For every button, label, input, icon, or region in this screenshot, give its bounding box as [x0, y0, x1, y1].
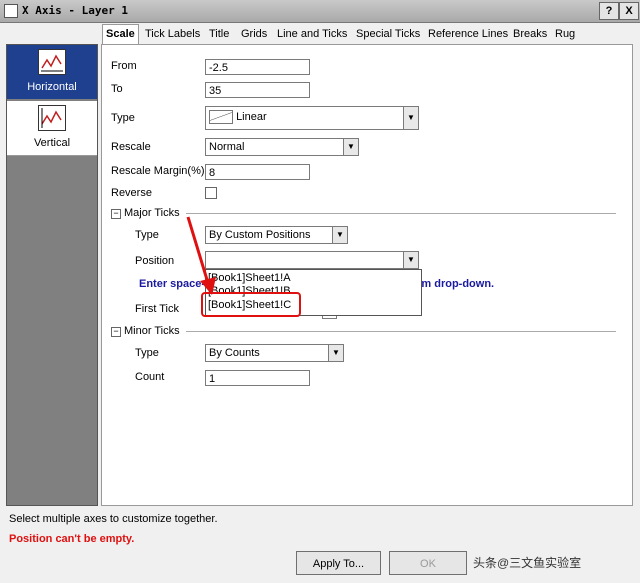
- rescale-margin-label: Rescale Margin(%): [111, 165, 205, 177]
- rescale-margin-field[interactable]: 8: [205, 164, 310, 180]
- tab-grids[interactable]: Grids: [238, 25, 270, 43]
- major-type-select[interactable]: By Custom Positions ▼: [205, 226, 348, 244]
- scale-type-select[interactable]: Linear ▼: [205, 106, 419, 130]
- collapse-major-ticks-toggle[interactable]: −: [111, 209, 121, 219]
- close-button[interactable]: X: [619, 2, 639, 20]
- annotation-arrow-icon: [186, 216, 216, 295]
- minor-type-value: By Counts: [209, 347, 260, 359]
- type-label: Type: [111, 112, 135, 124]
- tab-title[interactable]: Title: [206, 25, 232, 43]
- apply-to-button[interactable]: Apply To...: [296, 551, 381, 575]
- title-bar: X Axis - Layer 1 ? X: [0, 0, 640, 23]
- position-select[interactable]: ▼: [205, 251, 419, 269]
- ok-button[interactable]: OK: [389, 551, 467, 575]
- help-button[interactable]: ?: [599, 2, 619, 20]
- tab-scale[interactable]: Scale: [102, 24, 139, 45]
- reverse-label: Reverse: [111, 187, 152, 199]
- from-label: From: [111, 60, 137, 72]
- rescale-select[interactable]: Normal ▼: [205, 138, 359, 156]
- watermark: 头条@三文鱼实验室: [473, 556, 582, 570]
- minor-type-label: Type: [135, 347, 159, 359]
- tab-reference-lines[interactable]: Reference Lines: [425, 25, 511, 43]
- minor-type-select[interactable]: By Counts ▼: [205, 344, 344, 362]
- status-message: Select multiple axes to customize togeth…: [9, 513, 218, 525]
- first-tick-label: First Tick: [135, 303, 179, 315]
- window-title: X Axis - Layer 1: [22, 4, 128, 17]
- rescale-label: Rescale: [111, 141, 151, 153]
- chevron-down-icon: ▼: [403, 107, 418, 129]
- nav-item-horizontal[interactable]: Horizontal: [7, 45, 97, 99]
- scale-type-value: Linear: [236, 111, 267, 123]
- tab-breaks[interactable]: Breaks: [510, 25, 550, 43]
- position-label: Position: [135, 255, 175, 267]
- horizontal-axis-icon: [38, 49, 66, 75]
- major-type-label: Type: [135, 229, 159, 241]
- error-message: Position can't be empty.: [9, 533, 135, 545]
- collapse-minor-ticks-toggle[interactable]: −: [111, 327, 121, 337]
- axis-nav-panel: Horizontal Vertical: [6, 44, 98, 506]
- count-field[interactable]: 1: [205, 370, 310, 386]
- nav-item-label: Horizontal: [27, 81, 77, 93]
- chevron-down-icon: ▼: [343, 139, 358, 155]
- section-divider: [186, 331, 616, 332]
- tab-line-and-ticks[interactable]: Line and Ticks: [274, 25, 350, 43]
- to-field[interactable]: 35: [205, 82, 310, 98]
- section-divider: [186, 213, 616, 214]
- rescale-value: Normal: [209, 141, 245, 153]
- tab-tick-labels[interactable]: Tick Labels: [142, 25, 203, 43]
- linear-scale-icon: [209, 110, 233, 125]
- chevron-down-icon: ▼: [332, 227, 347, 243]
- tab-special-ticks[interactable]: Special Ticks: [353, 25, 423, 43]
- count-label: Count: [135, 371, 165, 383]
- major-type-value: By Custom Positions: [209, 229, 311, 241]
- nav-item-label: Vertical: [33, 137, 71, 149]
- app-icon: [4, 4, 18, 18]
- nav-item-vertical[interactable]: Vertical: [7, 101, 97, 156]
- tab-rug[interactable]: Rug: [552, 25, 578, 43]
- chevron-down-icon: ▼: [403, 252, 418, 268]
- vertical-axis-icon: [38, 105, 66, 131]
- chevron-down-icon: ▼: [328, 345, 343, 361]
- from-field[interactable]: -2.5: [205, 59, 310, 75]
- scale-tab-panel: From -2.5 To 35 Type Linear ▼ Rescale No…: [101, 44, 633, 506]
- minor-ticks-header: Minor Ticks: [124, 325, 180, 337]
- major-ticks-header: Major Ticks: [124, 207, 180, 219]
- to-label: To: [111, 83, 123, 95]
- reverse-checkbox[interactable]: [205, 187, 217, 199]
